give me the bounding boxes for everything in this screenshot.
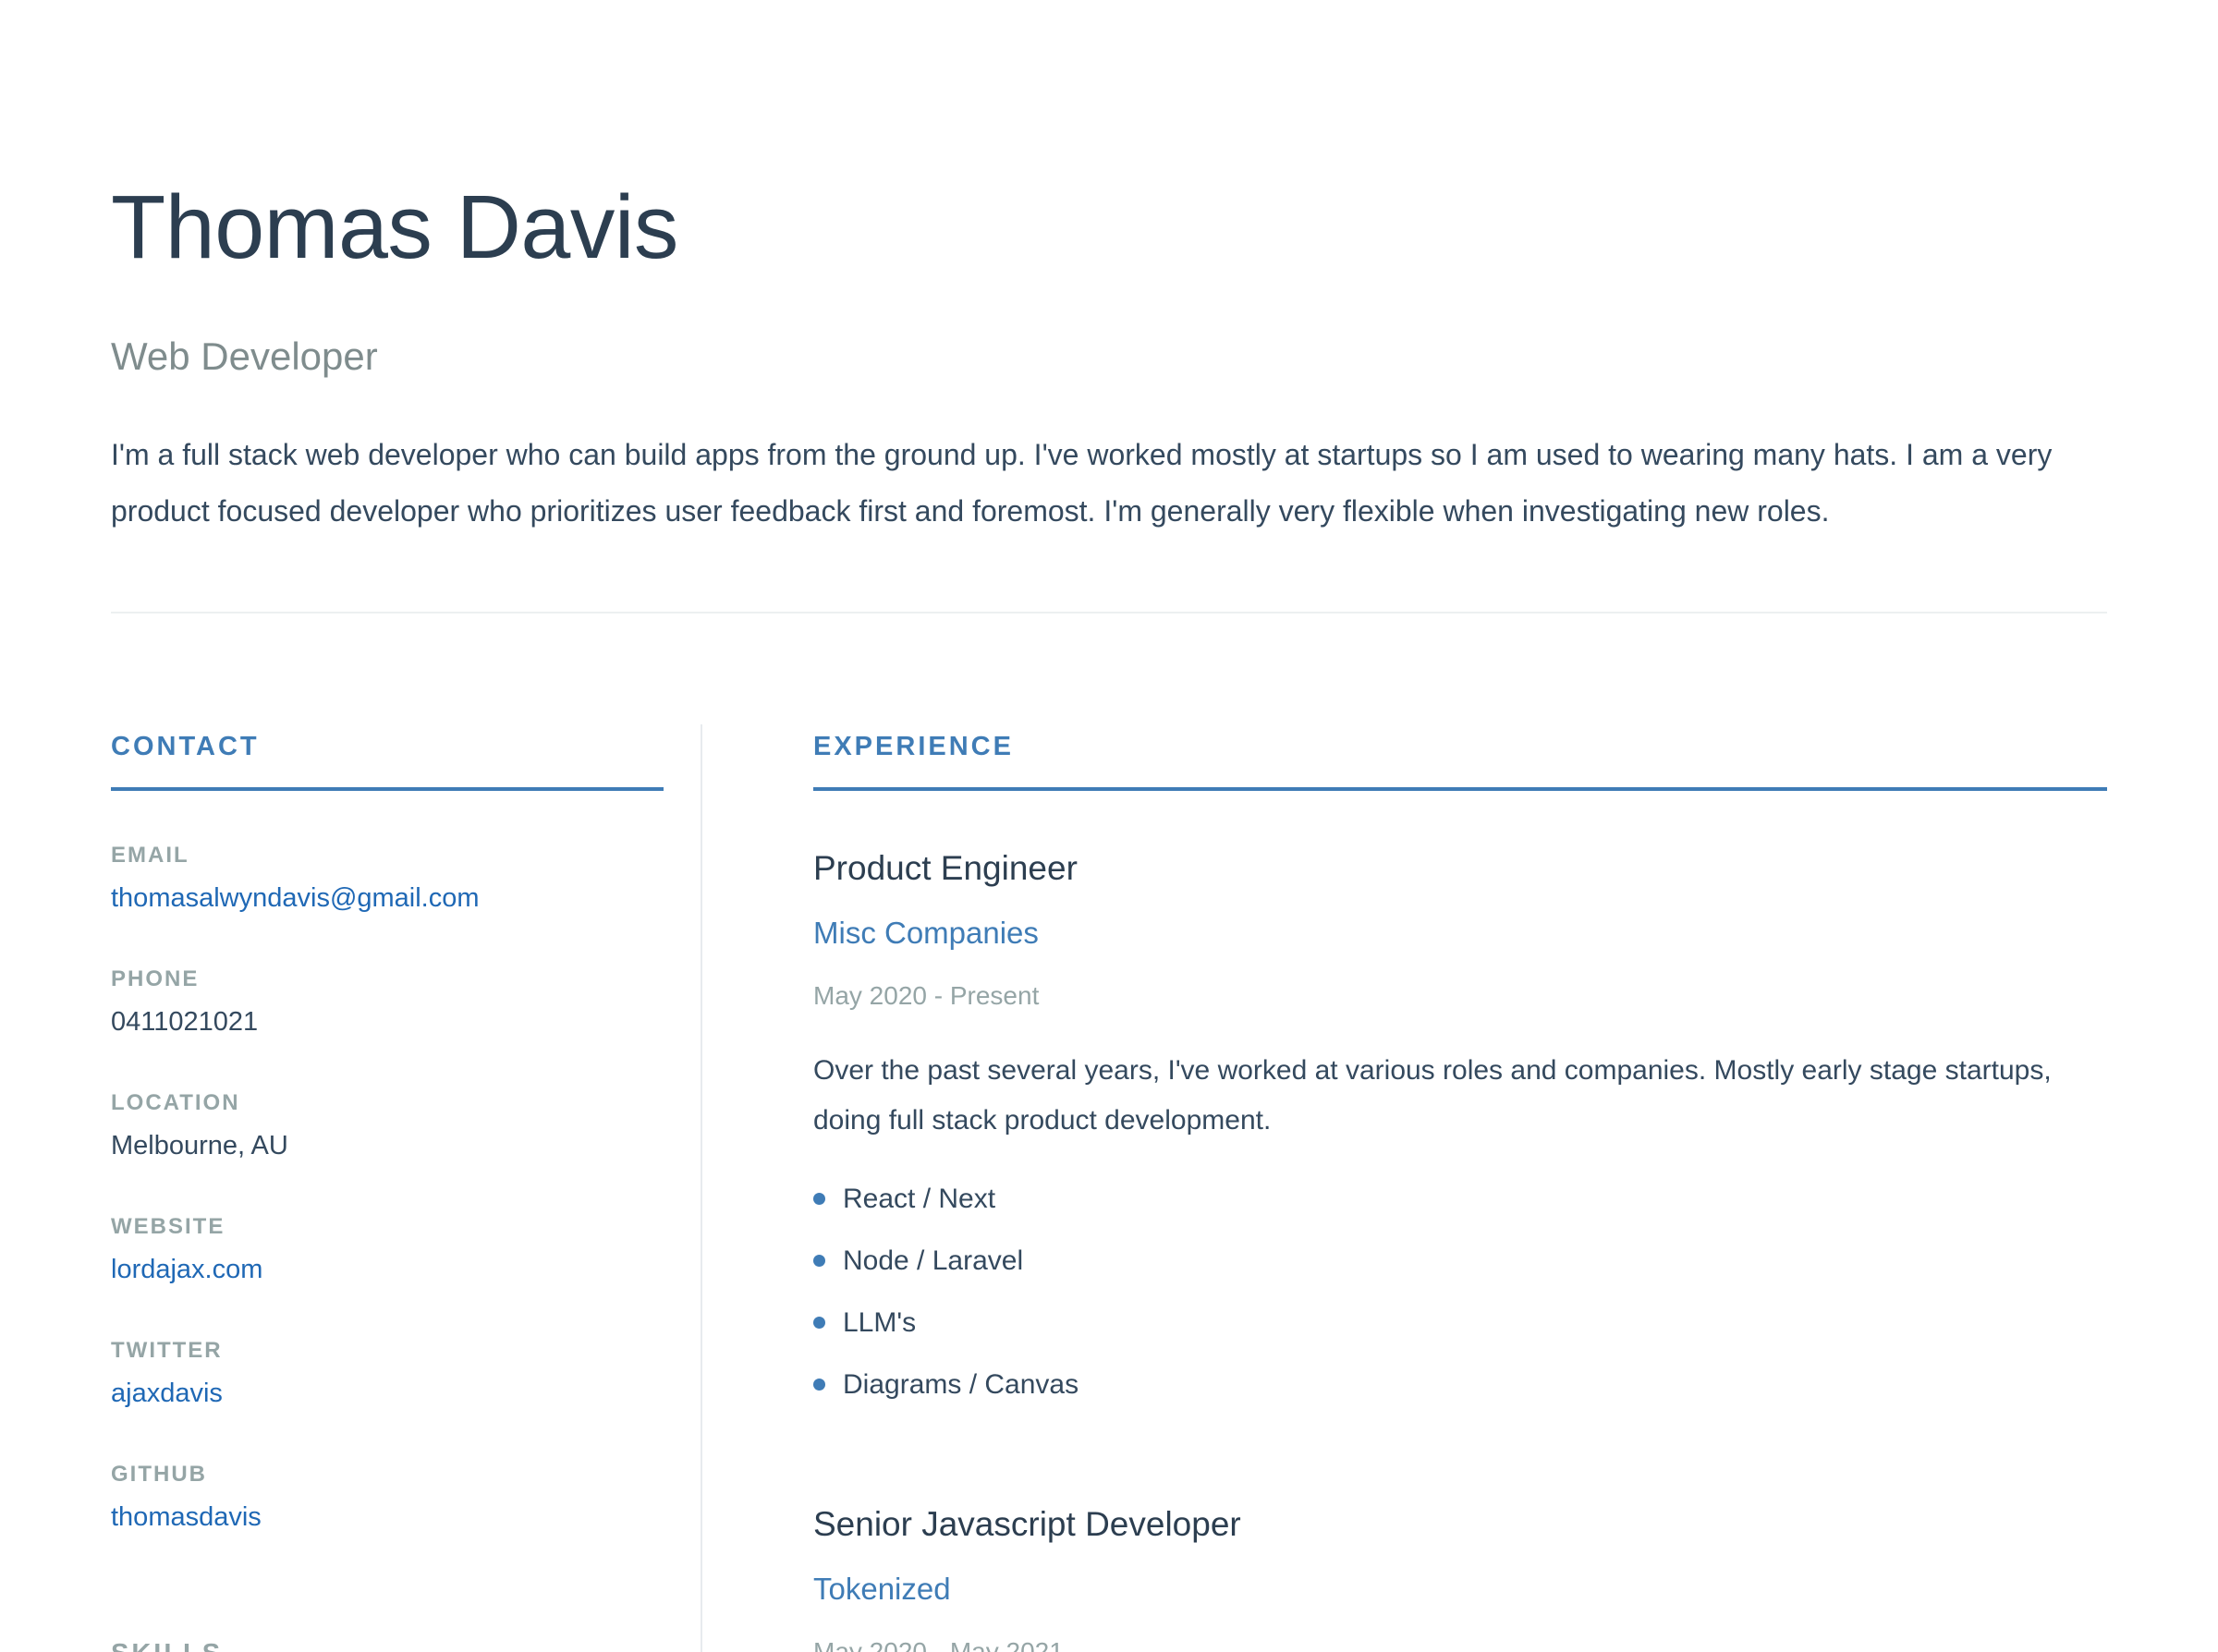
job-company-link[interactable]: Misc Companies xyxy=(813,907,2107,959)
contact-key: Github xyxy=(111,1462,207,1487)
highlight-item: LLM's xyxy=(813,1292,2107,1354)
highlight-item: Diagrams / Canvas xyxy=(813,1354,2107,1415)
contact-item-website: Website lordajax.com xyxy=(111,1209,664,1332)
contact-key: Phone xyxy=(111,966,200,991)
contact-item-email: Email thomasalwyndavis@gmail.com xyxy=(111,837,664,961)
contact-list: Email thomasalwyndavis@gmail.com Phone 0… xyxy=(111,837,664,1580)
bullet-icon xyxy=(813,1255,825,1267)
job-company-link[interactable]: Tokenized xyxy=(813,1563,2107,1615)
experience-section-title: Experience xyxy=(813,724,2107,791)
highlight-text: Diagrams / Canvas xyxy=(843,1369,1079,1400)
location-value: Melbourne, AU xyxy=(111,1131,288,1160)
website-link[interactable]: lordajax.com xyxy=(111,1245,664,1294)
job-position: Product Engineer xyxy=(813,849,1078,887)
person-summary: I'm a full stack web developer who can b… xyxy=(111,438,2053,528)
skills-section-title-peek: Skills xyxy=(111,1639,223,1652)
person-label: Web Developer xyxy=(111,334,378,378)
job-summary: Over the past several years, I've worked… xyxy=(813,1055,2052,1136)
highlight-text: React / Next xyxy=(843,1184,996,1214)
contact-item-github: Github thomasdavis xyxy=(111,1456,664,1580)
resume-page: Thomas Davis Web Developer I'm a full st… xyxy=(0,0,2218,1652)
bullet-icon xyxy=(813,1317,825,1329)
twitter-link[interactable]: ajaxdavis xyxy=(111,1369,664,1417)
job-dates: May 2020 - May 2021 xyxy=(813,1637,1064,1652)
contact-key: Location xyxy=(111,1090,240,1115)
contact-key: Email xyxy=(111,843,189,868)
job-entry: Senior Javascript Developer Tokenized Ma… xyxy=(813,1499,2107,1652)
contact-item-location: Location Melbourne, AU xyxy=(111,1085,664,1209)
highlight-text: LLM's xyxy=(843,1307,917,1338)
contact-item-phone: Phone 0411021021 xyxy=(111,961,664,1085)
job-entry: Product Engineer Misc Companies May 2020… xyxy=(813,843,2107,1415)
highlight-item: React / Next xyxy=(813,1168,2107,1230)
job-dates: May 2020 - Present xyxy=(813,981,1040,1010)
job-highlights: React / Next Node / Laravel LLM's Diagra… xyxy=(813,1168,2107,1415)
email-link[interactable]: thomasalwyndavis@gmail.com xyxy=(111,874,664,922)
contact-key: Website xyxy=(111,1214,225,1239)
bullet-icon xyxy=(813,1193,825,1205)
contact-section-title: Contact xyxy=(111,724,664,791)
column-divider xyxy=(701,724,702,1652)
bullet-icon xyxy=(813,1379,825,1391)
highlight-item: Node / Laravel xyxy=(813,1230,2107,1292)
job-position: Senior Javascript Developer xyxy=(813,1505,1241,1543)
sidebar: Contact Email thomasalwyndavis@gmail.com… xyxy=(111,724,664,1652)
github-link[interactable]: thomasdavis xyxy=(111,1493,664,1541)
main-content: Experience Product Engineer Misc Compani… xyxy=(813,724,2107,1652)
phone-value: 0411021021 xyxy=(111,1007,259,1037)
contact-key: Twitter xyxy=(111,1338,223,1363)
contact-item-twitter: Twitter ajaxdavis xyxy=(111,1332,664,1456)
person-name: Thomas Davis xyxy=(111,176,678,277)
highlight-text: Node / Laravel xyxy=(843,1245,1024,1276)
header-divider xyxy=(111,612,2107,613)
